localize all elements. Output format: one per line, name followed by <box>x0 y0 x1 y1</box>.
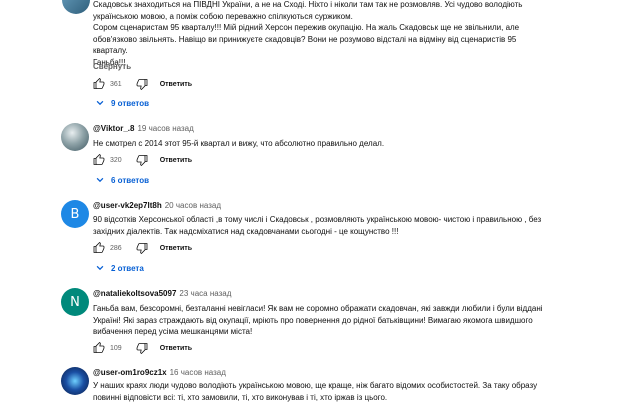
like-icon[interactable] <box>93 242 105 254</box>
comment-text-line: 90 відсотків Херсонської області ,в тому… <box>93 215 542 224</box>
reply-button[interactable]: Ответить <box>160 81 192 88</box>
comment-timestamp[interactable]: 20 часов назад <box>165 201 221 210</box>
comment-text-line: Скадовськ знаходиться на ПІВДНІ України,… <box>93 0 523 9</box>
replies-count-label: 9 ответов <box>111 98 150 108</box>
comment-text-line: обов'язково звільнять. Навіщо ви принижу… <box>93 34 517 56</box>
dislike-icon[interactable] <box>136 78 148 90</box>
like-icon[interactable] <box>93 78 105 90</box>
comment-header: @user-om1ro9cz1x 16 часов назад <box>93 368 226 377</box>
view-replies-button[interactable]: 6 ответов <box>95 175 149 185</box>
view-replies-button[interactable]: 9 ответов <box>95 98 149 108</box>
like-icon[interactable] <box>93 154 105 166</box>
chevron-down-icon <box>96 177 104 183</box>
like-icon[interactable] <box>93 342 105 354</box>
comment-actions: 109 Ответить <box>93 341 192 355</box>
comment-text: У наших краях люди чудово володіють укра… <box>93 380 553 403</box>
avatar[interactable] <box>61 367 89 395</box>
author-handle[interactable]: @Viktor_.8 <box>93 124 134 133</box>
comment-timestamp[interactable]: 23 часа назад <box>179 289 231 298</box>
reply-button[interactable]: Ответить <box>160 157 192 164</box>
comment-text: 90 відсотків Херсонської області ,в тому… <box>93 214 553 237</box>
author-handle[interactable]: @user-om1ro9cz1x <box>93 368 167 377</box>
comment-text-line: Ганьба!!! <box>93 57 126 67</box>
collapse-link[interactable]: Свернуть <box>93 62 131 71</box>
comment-timestamp[interactable]: 19 часов назад <box>137 124 193 133</box>
dislike-icon[interactable] <box>136 242 148 254</box>
dislike-icon[interactable] <box>136 342 148 354</box>
comment-timestamp[interactable]: 16 часов назад <box>170 368 226 377</box>
like-count: 320 <box>110 156 122 164</box>
comment-text: Скадовськ знаходиться на ПІВДНІ України,… <box>93 0 553 68</box>
dislike-icon[interactable] <box>136 154 148 166</box>
comment-actions: 320 Ответить <box>93 153 192 167</box>
author-handle[interactable]: @user-vk2ep7lt8h <box>93 201 162 210</box>
like-count: 286 <box>110 244 122 252</box>
comment-text-line: повинні відповісти всі: ті, хто замовили… <box>93 392 388 402</box>
comment-actions: 361 Ответить <box>93 77 192 91</box>
avatar[interactable]: B <box>61 200 89 228</box>
comment-text-line: вибачення перед усіма мешканцями міста! <box>93 327 253 336</box>
avatar-letter: B <box>70 206 80 222</box>
avatar[interactable] <box>62 0 90 14</box>
comment-text-line: Сором сценаристам 95 кварталу!!! Мій рід… <box>93 23 520 32</box>
comment-text-line: Не смотрел с 2014 этот 95-й квартал и ви… <box>93 139 385 148</box>
replies-count-label: 2 ответа <box>111 263 144 273</box>
comment-actions: 286 Ответить <box>93 241 192 255</box>
comment-text: Не смотрел с 2014 этот 95-й квартал и ви… <box>93 138 553 150</box>
chevron-down-icon <box>96 100 104 106</box>
like-count: 361 <box>110 80 122 88</box>
comment-text-line: У наших краях люди чудово володіють укра… <box>93 381 538 390</box>
comment-header: @Viktor_.8 19 часов назад <box>93 124 194 133</box>
avatar-letter: N <box>70 294 80 310</box>
avatar[interactable]: N <box>61 288 89 316</box>
comment-text: Ганьба вам, безсоромні, безталанні невіг… <box>93 303 553 338</box>
chevron-down-icon <box>96 265 104 271</box>
author-handle[interactable]: @nataliekoltsova5097 <box>93 289 176 298</box>
reply-button[interactable]: Ответить <box>160 245 192 252</box>
avatar[interactable] <box>61 123 89 151</box>
comment-header: @user-vk2ep7lt8h 20 часов назад <box>93 201 221 210</box>
replies-count-label: 6 ответов <box>111 175 150 185</box>
like-count: 109 <box>110 344 122 352</box>
view-replies-button[interactable]: 2 ответа <box>95 263 144 273</box>
comment-text-line: західних діалектів. Так надсміхатися над… <box>93 226 399 236</box>
comment-text-line: Ганьба вам, безсоромні, безталанні невіг… <box>93 304 543 313</box>
comment-text-line: українською мовою, а поміж собою переваж… <box>93 11 353 21</box>
reply-button[interactable]: Ответить <box>160 345 192 352</box>
comment-text-line: Україні! Які зараз страждають від окупац… <box>93 315 533 325</box>
comment-header: @nataliekoltsova5097 23 часа назад <box>93 289 231 298</box>
